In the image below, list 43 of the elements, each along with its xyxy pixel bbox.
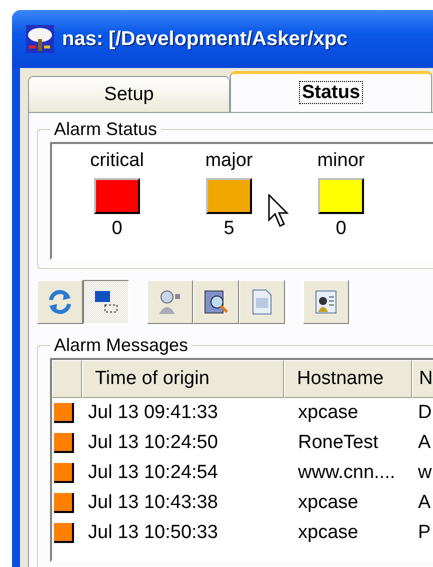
- table-cell-text: Jul 13 10:24:50: [87, 432, 219, 454]
- table-cell-text: A: [417, 432, 432, 454]
- report-button[interactable]: [303, 280, 349, 324]
- table-cell-text: A: [417, 492, 432, 514]
- table-cell-text: Jul 13 10:50:33: [87, 522, 219, 544]
- refresh-button[interactable]: [37, 280, 83, 324]
- severity-button[interactable]: [206, 178, 252, 214]
- table-cell-text: w: [417, 462, 433, 484]
- table-cell-text: Jul 13 10:43:38: [87, 492, 219, 514]
- tab[interactable]: Status: [230, 71, 432, 112]
- alarm-count: 0: [112, 218, 122, 240]
- table-cell-text: D: [417, 402, 433, 424]
- severity-label: major: [205, 150, 253, 172]
- column-header[interactable]: Time of origin: [82, 360, 284, 398]
- table-cell-text: Jul 13 10:24:54: [87, 462, 219, 484]
- table-cell-text: xpcase: [297, 492, 360, 514]
- cloud-tree-icon: [26, 25, 54, 53]
- window-toggle-button[interactable]: [83, 280, 129, 324]
- document-button[interactable]: [239, 280, 285, 324]
- mouse-pointer-icon: [268, 194, 290, 228]
- severity-button[interactable]: [94, 178, 140, 214]
- column-header[interactable]: [52, 360, 82, 398]
- table-cell-text: xpcase: [297, 522, 360, 544]
- search-button[interactable]: [193, 280, 239, 324]
- tab[interactable]: Setup: [28, 76, 230, 112]
- severity-label: minor: [317, 150, 365, 172]
- table-cell-text: xpcase: [297, 402, 360, 424]
- table-cell-text: Jul 13 09:41:33: [87, 402, 219, 424]
- refresh-icon: [46, 288, 74, 316]
- group-title: Alarm Status: [53, 119, 158, 140]
- group-title: Alarm Messages: [53, 335, 190, 356]
- table-cell-text: RoneTest: [297, 432, 380, 454]
- window-title: nas: [/Development/Asker/xpc: [62, 28, 348, 50]
- table-cell-text: www.cnn....: [297, 462, 396, 484]
- person-button[interactable]: [147, 280, 193, 324]
- column-header[interactable]: N: [412, 360, 433, 398]
- table-cell-text: P: [417, 522, 432, 544]
- search-icon: [202, 288, 230, 316]
- column-header[interactable]: Hostname: [284, 360, 412, 398]
- severity-label: critical: [90, 150, 144, 172]
- alarm-count: 0: [336, 218, 346, 240]
- severity-button[interactable]: [318, 178, 364, 214]
- alarm-count: 5: [224, 218, 234, 240]
